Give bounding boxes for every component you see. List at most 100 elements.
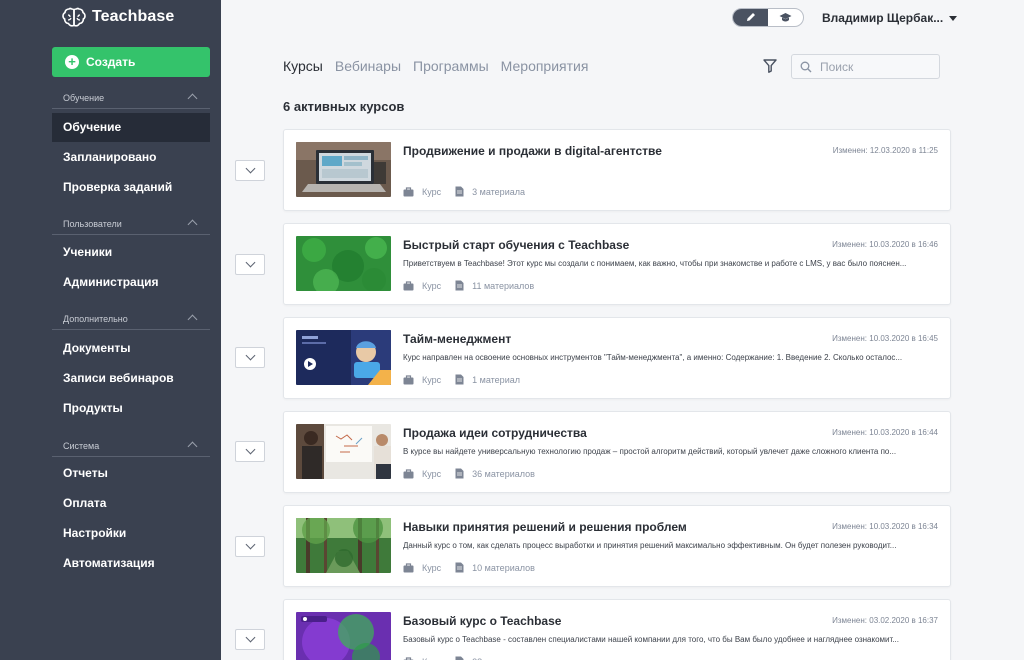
course-meta: Курс 11 материалов [403, 280, 534, 291]
expand-course-button[interactable] [235, 254, 265, 275]
document-icon [455, 468, 464, 479]
content-tabs: Курсы Вебинары Программы Мероприятия [283, 58, 588, 74]
section-header-system[interactable]: Система [52, 441, 210, 457]
course-description: В курсе вы найдете универсальную техноло… [403, 447, 897, 456]
course-type: Курс [422, 468, 442, 479]
briefcase-icon [403, 562, 414, 572]
section-title: Обучение [63, 93, 105, 103]
course-card[interactable]: Быстрый старт обучения с Teachbase Измене… [283, 223, 951, 305]
course-modified-date: Изменен: 10.03.2020 в 16:34 [832, 522, 938, 531]
briefcase-icon [403, 186, 414, 196]
document-icon [455, 186, 464, 197]
course-materials-count: 3 материала [472, 186, 525, 197]
course-description: Данный курс о том, как сделать процесс в… [403, 541, 897, 550]
sidebar-item-scheduled[interactable]: Запланировано [52, 143, 210, 172]
course-thumbnail [296, 330, 391, 385]
briefcase-icon [403, 656, 414, 660]
expand-course-button[interactable] [235, 347, 265, 368]
search-icon [800, 61, 812, 72]
sidebar-item-learning[interactable]: Обучение [52, 113, 210, 142]
tab-courses[interactable]: Курсы [283, 58, 323, 74]
course-thumbnail [296, 236, 391, 291]
sidebar-item-automation[interactable]: Автоматизация [52, 549, 210, 578]
course-title[interactable]: Быстрый старт обучения с Teachbase [403, 238, 629, 252]
course-type: Курс [422, 280, 442, 291]
course-title[interactable]: Продвижение и продажи в digital-агентств… [403, 144, 662, 158]
course-materials-count: 28 материалов [472, 657, 535, 660]
course-modified-date: Изменен: 10.03.2020 в 16:46 [832, 240, 938, 249]
course-thumbnail [296, 518, 391, 573]
expand-course-button[interactable] [235, 536, 265, 557]
sidebar-item-documents[interactable]: Документы [52, 334, 210, 363]
active-courses-count: 6 активных курсов [283, 99, 405, 114]
sidebar-item-payment[interactable]: Оплата [52, 489, 210, 518]
course-card[interactable]: Продажа идеи сотрудничества Изменен: 10.0… [283, 411, 951, 493]
section-header-learning[interactable]: Обучение [52, 93, 210, 109]
mode-toggle-edit[interactable] [733, 9, 768, 26]
chevron-up-icon [187, 219, 198, 230]
course-modified-date: Изменен: 12.03.2020 в 11:25 [832, 146, 938, 155]
course-materials-count: 1 материал [472, 374, 520, 385]
course-modified-date: Изменен: 10.03.2020 в 16:44 [832, 428, 938, 437]
sidebar-item-administration[interactable]: Администрация [52, 268, 210, 297]
course-title[interactable]: Тайм-менеджмент [403, 332, 511, 346]
course-materials-count: 10 материалов [472, 562, 535, 573]
chevron-down-icon [245, 163, 255, 174]
tab-webinars[interactable]: Вебинары [335, 58, 401, 74]
sidebar-item-webinar-records[interactable]: Записи вебинаров [52, 364, 210, 393]
chevron-down-icon [245, 539, 255, 550]
expand-course-button[interactable] [235, 629, 265, 650]
expand-course-button[interactable] [235, 441, 265, 462]
course-modified-date: Изменен: 10.03.2020 в 16:45 [832, 334, 938, 343]
chevron-down-icon [245, 632, 255, 643]
course-type: Курс [422, 374, 442, 385]
document-icon [455, 656, 464, 660]
section-title: Пользователи [63, 219, 122, 229]
mode-toggle[interactable] [732, 8, 804, 27]
course-meta: Курс 10 материалов [403, 562, 535, 573]
caret-down-icon [949, 15, 958, 21]
section-title: Дополнительно [63, 314, 128, 324]
course-card[interactable]: Тайм-менеджмент Изменен: 10.03.2020 в 16:… [283, 317, 951, 399]
course-meta: Курс 28 материалов [403, 656, 535, 660]
brain-logo-icon [62, 7, 86, 27]
plus-icon: + [65, 55, 79, 69]
tab-programs[interactable]: Программы [413, 58, 489, 74]
search-box[interactable] [791, 54, 940, 79]
course-title[interactable]: Базовый курс о Teachbase [403, 614, 561, 628]
course-title[interactable]: Продажа идеи сотрудничества [403, 426, 587, 440]
briefcase-icon [403, 374, 414, 384]
chevron-down-icon [245, 257, 255, 268]
course-description: Курс направлен на освоение основных инст… [403, 353, 903, 362]
search-input[interactable] [820, 59, 930, 74]
course-meta: Курс 3 материала [403, 186, 525, 197]
sidebar-item-settings[interactable]: Настройки [52, 519, 210, 548]
course-card[interactable]: Продвижение и продажи в digital-агентств… [283, 129, 951, 211]
course-title[interactable]: Навыки принятия решений и решения пробле… [403, 520, 687, 534]
logo[interactable]: Teachbase [62, 6, 174, 28]
create-button[interactable]: + Создать [52, 47, 210, 77]
course-thumbnail [296, 612, 391, 660]
tab-events[interactable]: Мероприятия [501, 58, 589, 74]
course-description: Приветствуем в Teachbase! Этот курс мы с… [403, 259, 907, 268]
pencil-icon [747, 13, 755, 21]
course-materials-count: 11 материалов [472, 280, 535, 291]
sidebar-item-products[interactable]: Продукты [52, 394, 210, 423]
expand-course-button[interactable] [235, 160, 265, 181]
sidebar-item-reports[interactable]: Отчеты [52, 459, 210, 488]
sidebar-item-students[interactable]: Ученики [52, 238, 210, 267]
sidebar-item-assignments[interactable]: Проверка заданий [52, 173, 210, 202]
course-materials-count: 36 материалов [472, 468, 535, 479]
filter-icon[interactable] [762, 58, 778, 74]
user-menu[interactable]: Владимир Щербак... [822, 11, 958, 25]
section-header-users[interactable]: Пользователи [52, 219, 210, 235]
section-header-additional[interactable]: Дополнительно [52, 314, 210, 330]
course-card[interactable]: Базовый курс о Teachbase Изменен: 03.02.2… [283, 599, 951, 660]
chevron-down-icon [245, 444, 255, 455]
document-icon [455, 562, 464, 573]
course-card[interactable]: Навыки принятия решений и решения пробле… [283, 505, 951, 587]
chevron-down-icon [245, 350, 255, 361]
mode-toggle-learn[interactable] [768, 9, 803, 26]
course-thumbnail [296, 424, 391, 479]
chevron-up-icon [187, 441, 198, 452]
